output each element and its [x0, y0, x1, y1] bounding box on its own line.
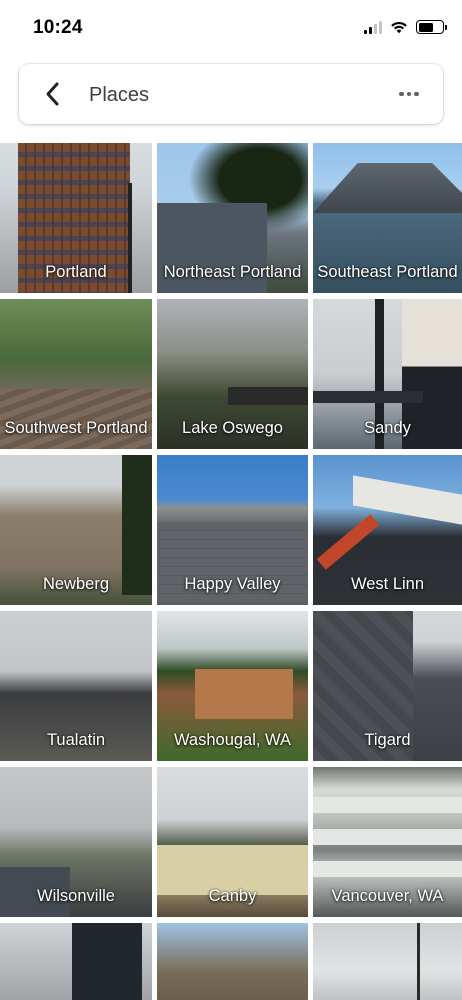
place-label: Tigard	[364, 731, 411, 749]
place-label: Southeast Portland	[317, 263, 458, 281]
place-tile-partial[interactable]	[0, 923, 152, 1000]
place-label: Tualatin	[46, 731, 106, 749]
place-tile-lake-oswego[interactable]: Lake Oswego	[157, 299, 308, 449]
more-options-button[interactable]	[393, 78, 425, 110]
place-tile-wilsonville[interactable]: Wilsonville	[0, 767, 152, 917]
place-label: Lake Oswego	[182, 419, 283, 437]
place-label: Northeast Portland	[163, 263, 302, 281]
place-photo	[157, 923, 308, 1000]
page-title: Places	[89, 84, 150, 106]
place-label: Wilsonville	[37, 887, 115, 905]
place-tile-vancouver-wa[interactable]: Vancouver, WA	[313, 767, 462, 917]
place-label: Happy Valley	[184, 575, 281, 593]
place-photo	[0, 923, 152, 1000]
places-grid: Portland Northeast Portland Southeast Po…	[0, 143, 462, 1000]
place-tile-northeast-portland[interactable]: Northeast Portland	[157, 143, 308, 293]
place-label: Vancouver, WA	[331, 887, 444, 905]
place-tile-southeast-portland[interactable]: Southeast Portland	[313, 143, 462, 293]
place-tile-canby[interactable]: Canby	[157, 767, 308, 917]
place-label: Canby	[208, 887, 257, 905]
back-button[interactable]	[37, 78, 69, 110]
place-tile-sandy[interactable]: Sandy	[313, 299, 462, 449]
wifi-icon	[391, 21, 407, 34]
place-tile-happy-valley[interactable]: Happy Valley	[157, 455, 308, 605]
status-icons	[364, 20, 447, 34]
place-tile-partial[interactable]	[157, 923, 308, 1000]
places-header: Places	[19, 64, 443, 124]
place-tile-tigard[interactable]: Tigard	[313, 611, 462, 761]
place-tile-tualatin[interactable]: Tualatin	[0, 611, 152, 761]
place-photo	[313, 923, 462, 1000]
place-label: West Linn	[350, 575, 425, 593]
place-tile-southwest-portland[interactable]: Southwest Portland	[0, 299, 152, 449]
place-tile-portland[interactable]: Portland	[0, 143, 152, 293]
status-bar: 10:24	[0, 0, 462, 56]
battery-icon	[416, 20, 447, 34]
place-label: Portland	[45, 263, 107, 281]
place-label: Washougal, WA	[173, 731, 292, 749]
signal-icon	[364, 20, 382, 34]
place-tile-partial[interactable]	[313, 923, 462, 1000]
place-label: Sandy	[364, 419, 411, 437]
status-time: 10:24	[33, 17, 83, 38]
more-horizontal-icon	[399, 91, 419, 97]
place-tile-west-linn[interactable]: West Linn	[313, 455, 462, 605]
chevron-left-icon	[46, 82, 59, 106]
place-label: Newberg	[42, 575, 110, 593]
place-tile-washougal-wa[interactable]: Washougal, WA	[157, 611, 308, 761]
place-tile-newberg[interactable]: Newberg	[0, 455, 152, 605]
place-label: Southwest Portland	[4, 419, 148, 437]
